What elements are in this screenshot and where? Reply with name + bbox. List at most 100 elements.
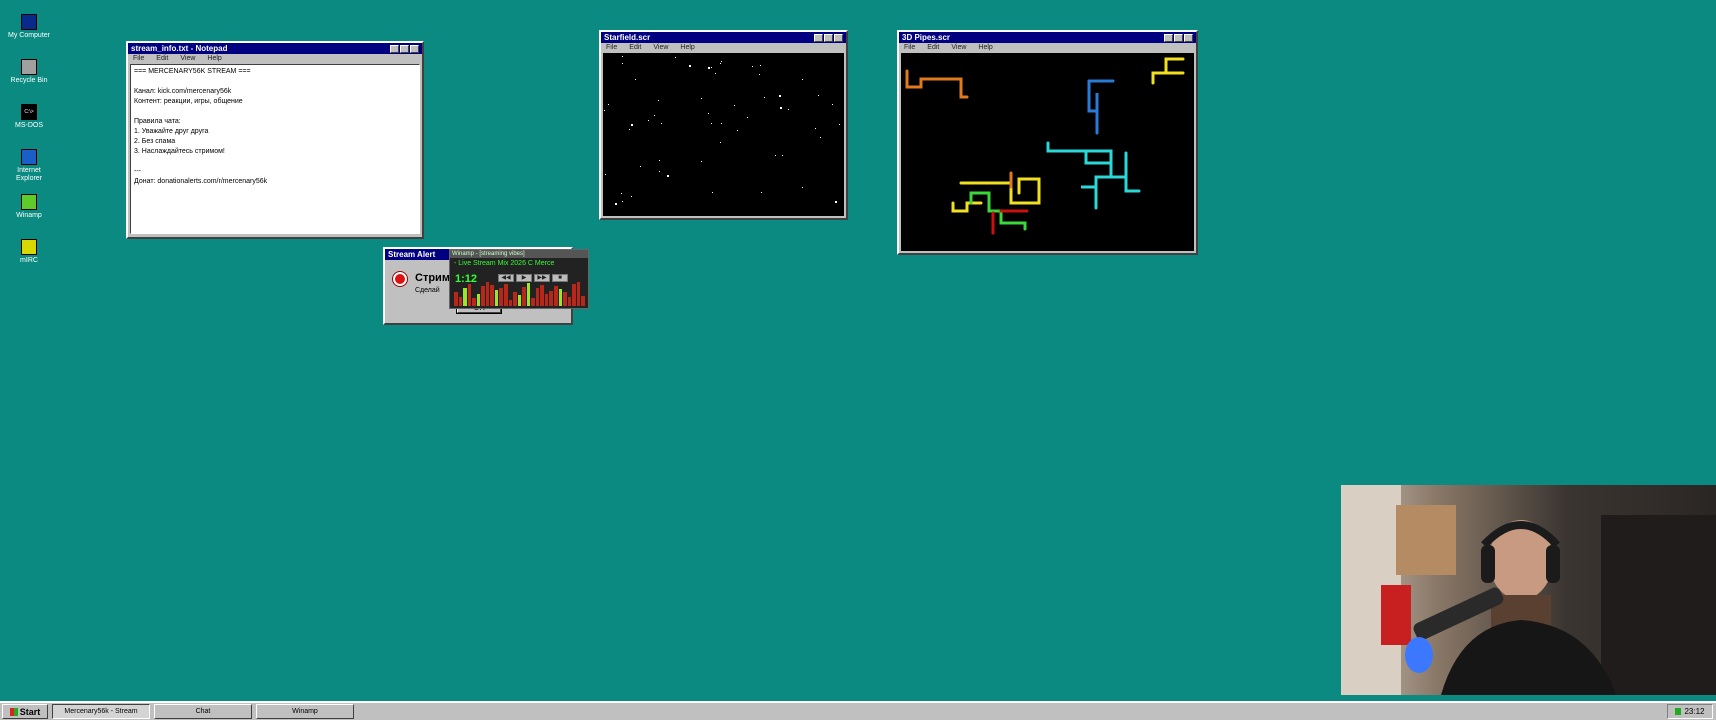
star: [701, 161, 702, 162]
pipes-titlebar[interactable]: 3D Pipes.scr: [899, 32, 1196, 43]
desktop-icon-ms-dos[interactable]: C:\> MS-DOS: [4, 104, 54, 130]
eq-bar: [454, 292, 458, 306]
text-line: Контент: реакции, игры, общение: [134, 98, 243, 105]
eq-bar: [558, 289, 563, 306]
menu-edit[interactable]: Edit: [156, 55, 168, 63]
eq-bar: [576, 282, 581, 306]
star: [782, 155, 783, 156]
eq-bar: [458, 297, 463, 306]
eq-bar: [540, 285, 544, 306]
minimize-button[interactable]: [1164, 33, 1173, 42]
menu-file[interactable]: File: [904, 44, 915, 52]
star: [775, 155, 776, 156]
eq-bar: [494, 290, 499, 306]
starfield-window[interactable]: Starfield.scr File Edit View Help: [599, 30, 848, 220]
winamp-title[interactable]: Winamp - [streaming vibes]: [450, 250, 588, 258]
star: [658, 100, 659, 101]
menu-edit[interactable]: Edit: [927, 44, 939, 52]
webcam-scene: [1341, 485, 1716, 695]
menu-help[interactable]: Help: [680, 44, 694, 52]
eq-bar: [549, 291, 554, 306]
star: [734, 105, 735, 106]
star: [815, 128, 816, 129]
star: [720, 142, 721, 143]
maximize-button[interactable]: [1174, 33, 1183, 42]
maximize-button[interactable]: [824, 33, 833, 42]
pipe-cyan: [1124, 175, 1141, 193]
recycle-bin-icon: [21, 59, 37, 75]
star: [604, 110, 605, 111]
winamp-player[interactable]: Winamp - [streaming vibes] - Live Stream…: [449, 249, 589, 309]
star: [605, 174, 606, 175]
eq-bar: [572, 284, 576, 306]
star: [654, 115, 655, 116]
star: [839, 124, 840, 125]
star: [622, 56, 623, 57]
star: [721, 123, 722, 124]
star: [818, 95, 819, 96]
taskbar-item-winamp[interactable]: Winamp: [256, 704, 354, 719]
desktop-icon-label: Internet Explorer: [15, 167, 43, 182]
menu-file[interactable]: File: [133, 55, 144, 63]
menu-help[interactable]: Help: [207, 55, 221, 63]
menubar: File Edit View Help: [128, 54, 422, 64]
eq-bar: [467, 284, 472, 306]
alert-message: Стрим: [415, 272, 450, 284]
winamp-track: - Live Stream Mix 2026 C Merce: [454, 260, 555, 267]
winamp-icon: [21, 194, 37, 210]
starfield-titlebar[interactable]: Starfield.scr: [601, 32, 846, 43]
star: [835, 201, 837, 203]
stop-button[interactable]: ■: [552, 274, 568, 282]
menu-view[interactable]: View: [951, 44, 966, 52]
text-line: === MERCENARY56K STREAM ===: [134, 68, 251, 75]
desktop-icon-internet-explorer[interactable]: Internet Explorer: [4, 149, 54, 182]
start-button[interactable]: Start: [2, 704, 48, 719]
notepad-text-area[interactable]: === MERCENARY56K STREAM === Канал: kick.…: [130, 64, 420, 234]
minimize-button[interactable]: [390, 44, 399, 53]
desktop-icon-recycle-bin[interactable]: Recycle Bin: [4, 59, 54, 85]
taskbar-item-chat[interactable]: Chat: [154, 704, 252, 719]
notepad-titlebar[interactable]: stream_info.txt - Notepad: [128, 43, 422, 54]
system-tray: 23:12: [1667, 704, 1713, 719]
play-button[interactable]: ▶: [516, 274, 532, 282]
network-icon: [1675, 708, 1682, 715]
maximize-button[interactable]: [400, 44, 409, 53]
close-button[interactable]: [834, 33, 843, 42]
menu-help[interactable]: Help: [978, 44, 992, 52]
close-button[interactable]: [1184, 33, 1193, 42]
eq-bar: [535, 288, 540, 306]
star: [689, 65, 691, 67]
close-button[interactable]: [410, 44, 419, 53]
text-line: ---: [134, 168, 141, 175]
next-button[interactable]: ▶▶: [534, 274, 550, 282]
desktop-icon-mirc[interactable]: mIRC: [4, 239, 54, 265]
window-title: Stream Alert: [388, 250, 436, 259]
desktop-icon-winamp[interactable]: Winamp: [4, 194, 54, 220]
menu-view[interactable]: View: [180, 55, 195, 63]
star: [779, 95, 781, 97]
eq-bar: [517, 295, 522, 306]
eq-bar: [522, 287, 526, 306]
internet-explorer-icon: [21, 149, 37, 165]
eq-bar: [567, 297, 572, 306]
pipes-window[interactable]: 3D Pipes.scr File Edit View Help: [897, 30, 1198, 255]
notepad-window[interactable]: stream_info.txt - Notepad File Edit View…: [126, 41, 424, 239]
desktop-icon-my-computer[interactable]: My Computer: [4, 14, 54, 40]
pipe-yellow-top: [1151, 57, 1185, 85]
text-line: Канал: kick.com/mercenary56k: [134, 88, 232, 95]
star: [820, 137, 821, 138]
star: [708, 113, 709, 114]
text-line: Правила чата:: [134, 118, 181, 125]
text-line: Донат: donationalerts.com/r/mercenary56k: [134, 178, 268, 185]
menu-edit[interactable]: Edit: [629, 44, 641, 52]
starfield-canvas: [603, 53, 844, 216]
windows-logo-icon: [9, 707, 18, 716]
menu-file[interactable]: File: [606, 44, 617, 52]
menu-view[interactable]: View: [653, 44, 668, 52]
taskbar-item-stream[interactable]: Mercenary56k - Stream: [52, 704, 150, 719]
star: [737, 130, 738, 131]
ms-dos-icon: C:\>: [21, 104, 37, 120]
previous-button[interactable]: ◀◀: [498, 274, 514, 282]
pipe-yellow: [1009, 177, 1041, 205]
minimize-button[interactable]: [814, 33, 823, 42]
